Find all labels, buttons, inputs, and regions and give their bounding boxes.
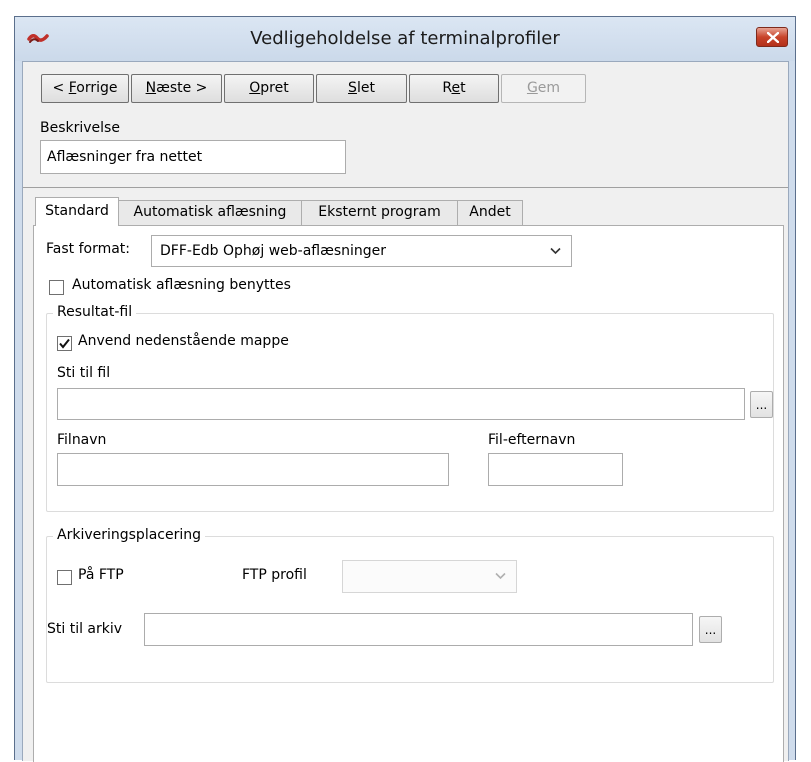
close-button[interactable] <box>756 27 788 47</box>
fixed-format-select[interactable]: DFF-Edb Ophøj web-aflæsninger <box>151 235 572 267</box>
description-input[interactable] <box>40 140 346 174</box>
result-file-group: Resultat-fil Anvend nedenstående mappe S… <box>46 304 774 512</box>
edit-label-mnemonic: e <box>451 80 461 96</box>
ftp-profile-label: FTP profil <box>242 567 307 583</box>
filename-label: Filnavn <box>57 432 107 448</box>
tab-external-program[interactable]: Eksternt program <box>301 200 458 225</box>
use-folder-label: Anvend nedenstående mappe <box>78 333 289 349</box>
standard-tab-panel: Fast format: DFF-Edb Ophøj web-aflæsning… <box>33 225 784 762</box>
create-label-mnemonic: O <box>249 80 261 96</box>
archive-location-group: Arkiveringsplacering På FTP FTP profil S… <box>46 527 774 683</box>
delete-label-rest: let <box>356 80 375 96</box>
next-label-mnemonic: N <box>145 80 157 96</box>
ftp-checkbox[interactable] <box>57 570 72 585</box>
next-button[interactable]: Næste > <box>131 74 222 103</box>
close-icon <box>767 32 779 43</box>
ftp-profile-select[interactable] <box>342 560 517 593</box>
use-folder-checkbox[interactable] <box>57 336 72 351</box>
save-label-mnemonic: G <box>526 80 538 96</box>
tab-other[interactable]: Andet <box>457 200 523 225</box>
next-label-rest: æste > <box>156 80 208 96</box>
delete-button[interactable]: Slet <box>316 74 407 103</box>
file-path-label: Sti til fil <box>57 365 111 381</box>
edit-button[interactable]: Ret <box>409 74 499 103</box>
ftp-label: På FTP <box>78 567 124 583</box>
result-file-title: Resultat-fil <box>53 304 137 320</box>
previous-label-prefix: < <box>52 80 69 96</box>
filename-input[interactable] <box>57 453 449 486</box>
title-bar[interactable]: Vedligeholdelse af terminalprofiler <box>15 17 795 61</box>
save-button[interactable]: Gem <box>501 74 586 103</box>
fixed-format-label: Fast format: <box>46 241 131 257</box>
archive-path-input[interactable] <box>144 613 693 646</box>
dialog-client-area: < Forrige Næste > Opret Slet Ret Gem Bes… <box>22 61 789 762</box>
chevron-down-icon <box>495 572 506 580</box>
archive-path-label: Sti til arkiv <box>47 621 123 637</box>
checkmark-icon <box>59 338 70 349</box>
delete-label-mnemonic: S <box>348 80 357 96</box>
auto-reading-label: Automatisk aflæsning benyttes <box>72 277 291 293</box>
save-label-rest: em <box>537 80 561 96</box>
dialog-window: Vedligeholdelse af terminalprofiler < Fo… <box>14 16 796 762</box>
auto-reading-checkbox[interactable] <box>49 280 64 295</box>
window-title: Vedligeholdelse af terminalprofiler <box>250 28 560 49</box>
archive-path-browse-button[interactable]: ... <box>699 616 722 643</box>
create-label-rest: pret <box>260 80 289 96</box>
chevron-down-icon <box>550 247 561 255</box>
file-extension-label: Fil-efternavn <box>488 432 576 448</box>
edit-label-rest: t <box>460 80 466 96</box>
file-extension-input[interactable] <box>488 453 623 486</box>
tab-standard[interactable]: Standard <box>35 197 119 226</box>
description-label: Beskrivelse <box>40 120 120 136</box>
create-button[interactable]: Opret <box>224 74 314 103</box>
previous-button[interactable]: < Forrige <box>41 74 129 103</box>
file-path-input[interactable] <box>57 388 745 420</box>
tab-automatic-reading[interactable]: Automatisk aflæsning <box>118 200 302 225</box>
archive-location-title: Arkiveringsplacering <box>53 527 205 543</box>
file-path-browse-button[interactable]: ... <box>750 391 773 418</box>
previous-label-rest: orrige <box>76 80 118 96</box>
toolbar-area: < Forrige Næste > Opret Slet Ret Gem Bes… <box>23 62 788 188</box>
fixed-format-value: DFF-Edb Ophøj web-aflæsninger <box>160 243 387 259</box>
